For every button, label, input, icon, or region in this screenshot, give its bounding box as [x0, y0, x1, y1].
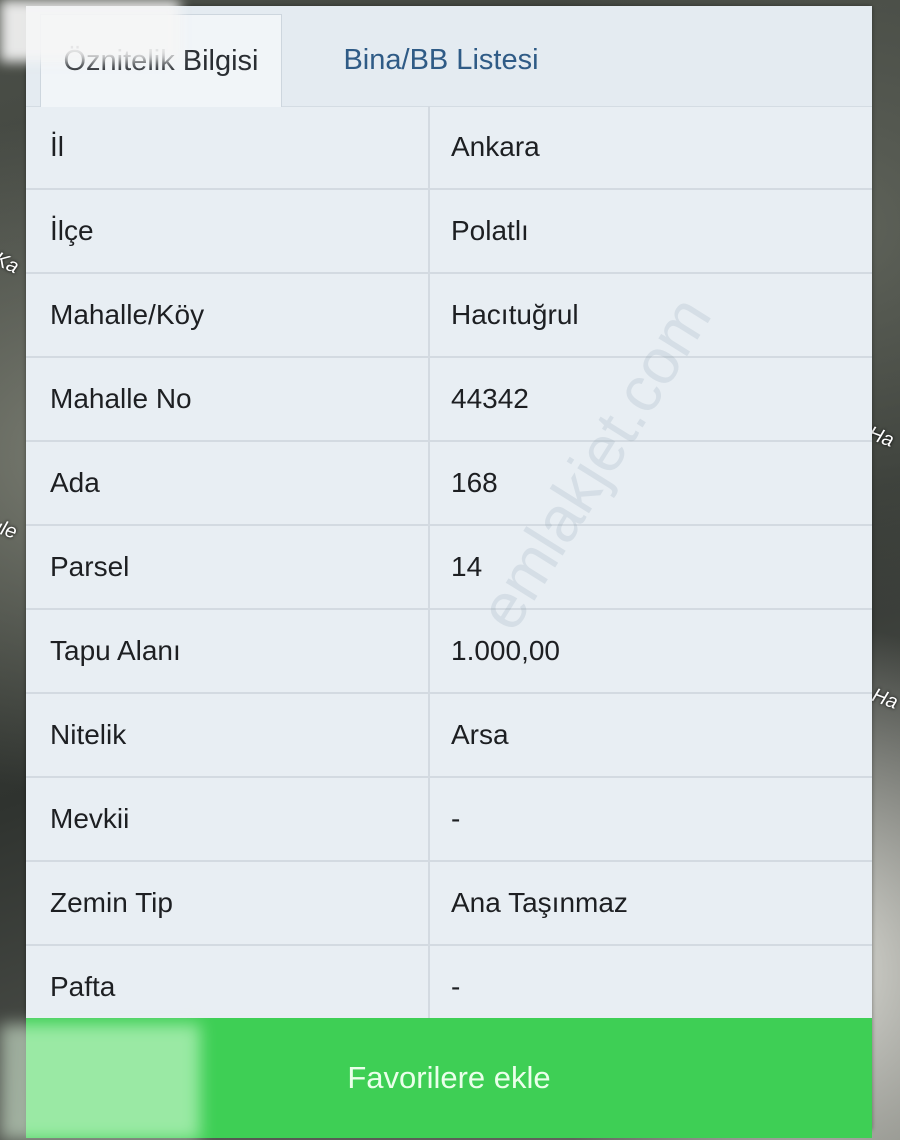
row-key: Mevkii [26, 778, 430, 860]
table-row: Ada 168 [26, 442, 872, 526]
row-key: Nitelik [26, 694, 430, 776]
row-value: 14 [451, 551, 483, 582]
attribute-table: İl Ankara İlçe Polatlı Mahalle/Köy Hacıtuğrul… [26, 106, 872, 1030]
row-value: Ana Taşınmaz [451, 887, 628, 918]
parcel-info-panel: Öznitelik Bilgisi Bina/BB Listesi İlAnka… [26, 6, 872, 1138]
row-value: 1.000,00 [451, 635, 560, 666]
row-value: Hacıtuğrul [451, 299, 579, 330]
blur-overlay [0, 1024, 200, 1140]
row-value: 44342 [451, 383, 529, 414]
table-row: Zemin Tip Ana Taşınmaz [26, 862, 872, 946]
row-key: Ada [26, 442, 430, 524]
table-row: Mevkii - [26, 778, 872, 862]
row-value: - [451, 971, 461, 1002]
row-key: Parsel [26, 526, 430, 608]
table-row: İl Ankara [26, 106, 872, 190]
row-value: Arsa [451, 719, 509, 750]
table-row: Mahalle No 44342 [26, 358, 872, 442]
row-key: İlçe [26, 190, 430, 272]
row-value: 168 [451, 467, 498, 498]
table-row: Nitelik Arsa [26, 694, 872, 778]
row-key: Mahalle No [26, 358, 430, 440]
row-value: - [451, 803, 461, 834]
row-key: Zemin Tip [26, 862, 430, 944]
row-key: Mahalle/Köy [26, 274, 430, 356]
row-value: Polatlı [451, 215, 529, 246]
row-key: İl [26, 106, 430, 188]
tab-building-list[interactable]: Bina/BB Listesi [292, 14, 590, 106]
row-value: Ankara [451, 131, 540, 162]
table-row: Mahalle/Köy Hacıtuğrul [26, 274, 872, 358]
table-row: İlçe Polatlı [26, 190, 872, 274]
row-key: Pafta [26, 946, 430, 1028]
table-row: Tapu Alanı 1.000,00 [26, 610, 872, 694]
table-row: Parsel 14 [26, 526, 872, 610]
row-key: Tapu Alanı [26, 610, 430, 692]
blur-overlay [0, 0, 180, 62]
